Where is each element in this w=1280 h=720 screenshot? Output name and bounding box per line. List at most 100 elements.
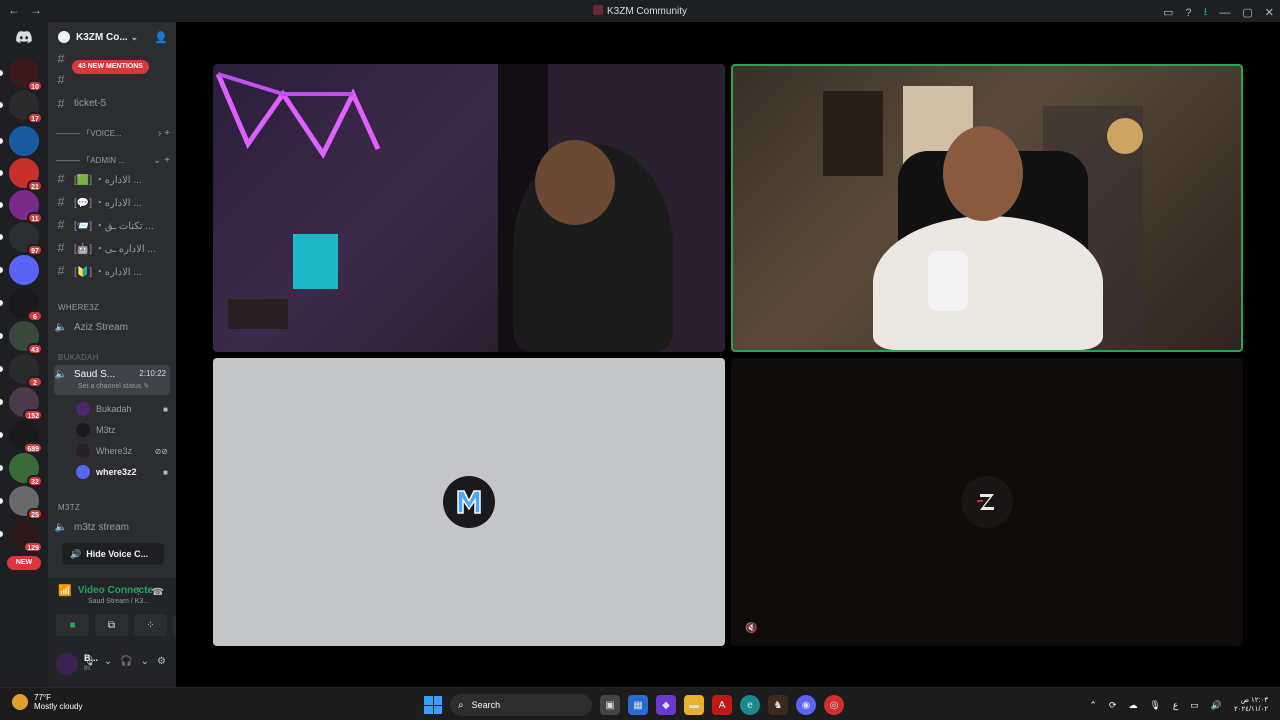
microphone-icon[interactable]: 🎙: [1149, 700, 1160, 711]
video-tile-m3tz[interactable]: [213, 358, 725, 646]
voice-channel-saud-stream[interactable]: 🔈 Saud S... 2:10:22 Set a channel status…: [54, 365, 170, 395]
download-icon[interactable]: ⭳: [1204, 3, 1208, 22]
video-tile-where3z2[interactable]: [731, 64, 1243, 352]
search-box[interactable]: ⌕ Search: [450, 694, 592, 716]
hide-voice-channels-button[interactable]: 🔊 Hide Voice C...: [62, 543, 164, 565]
server-icon[interactable]: 129: [9, 519, 43, 553]
mention-badge: 6: [27, 310, 43, 322]
system-tray: ⌃ ⟳ ☁ 🎙 ع ▭ 🔊 ١٢:٠٣ ص ٢٠٢٤/١١/٠٢: [1089, 696, 1268, 714]
volume-icon[interactable]: 🔊: [1211, 700, 1222, 711]
inbox-icon[interactable]: ▭: [1163, 6, 1173, 19]
channel-name: [🔰] ・الاداره ...: [74, 266, 142, 278]
file-explorer-icon[interactable]: ▬: [684, 695, 704, 715]
chevron-down-icon[interactable]: ⌄: [141, 656, 149, 667]
help-icon[interactable]: ?: [1185, 7, 1191, 19]
taskbar-apps: ⌕ Search ▣ ▦ ◆ ▬ A e ♞ ◉ ◎: [424, 694, 844, 716]
voice-user[interactable]: Where3z ⊘⊘: [76, 441, 168, 461]
chevron-down-icon[interactable]: ⌄: [104, 656, 112, 667]
onedrive-icon[interactable]: ☁: [1128, 700, 1137, 711]
server-icon[interactable]: 17: [9, 90, 43, 124]
channel-name: [💬] ・الاداره ...: [74, 197, 142, 209]
server-icon[interactable]: 11: [9, 190, 43, 224]
channel-admin-1[interactable]: # [🟩] ・الاداره ...: [54, 168, 170, 188]
server-icon[interactable]: 6: [9, 288, 43, 322]
network-icon[interactable]: ▭: [1190, 700, 1199, 711]
camera-button[interactable]: ■: [56, 614, 89, 636]
avatar[interactable]: [56, 653, 78, 675]
windows-taskbar: 77°F Mostly cloudy ⌕ Search ▣ ▦ ◆ ▬ A e …: [0, 687, 1280, 720]
activities-button[interactable]: ⁘: [134, 614, 167, 636]
voice-channel-name: Saud S...: [74, 369, 116, 380]
user-area: B... In 🎙 ⌄ 🎧 ⌄ ⚙: [48, 644, 176, 687]
language-icon[interactable]: ع: [1173, 700, 1178, 711]
voice-user[interactable]: M3tz: [76, 420, 168, 440]
channel-admin-3[interactable]: # [📨] ・تكتات ـق ...: [54, 214, 170, 234]
server-icon[interactable]: 2: [9, 354, 43, 388]
voice-user[interactable]: where3z2 ■: [76, 462, 168, 482]
server-icon[interactable]: 97: [9, 222, 43, 256]
task-view-icon[interactable]: ▣: [600, 695, 620, 715]
m365-icon[interactable]: ◆: [656, 695, 676, 715]
voice-user-name: M3tz: [96, 425, 116, 435]
acrobat-icon[interactable]: A: [712, 695, 732, 715]
hash-icon: #: [57, 216, 65, 232]
server-icon[interactable]: 152: [9, 387, 43, 421]
add-channel-icon[interactable]: › +: [158, 128, 170, 139]
discord-taskbar-icon[interactable]: ◉: [796, 695, 816, 715]
invite-people-icon[interactable]: 👤: [154, 31, 168, 44]
channel-admin-5[interactable]: # [🔰] ・الاداره ...: [54, 260, 170, 280]
channel-ticket-5[interactable]: # ticket-5: [54, 93, 170, 113]
screen-share-button[interactable]: ⧉: [95, 614, 128, 636]
close-button[interactable]: ✕: [1265, 6, 1274, 19]
video-tile-bukadah[interactable]: [213, 64, 725, 352]
unread-pip: [0, 102, 3, 108]
section-bukadah: BUKADAH: [58, 353, 99, 362]
hash-icon: #: [57, 262, 65, 278]
window-controls: ▭ ? ⭳ — ▢ ✕: [1163, 3, 1274, 22]
video-tile-where3z[interactable]: 🔇: [731, 358, 1243, 646]
channel-admin-2[interactable]: # [💬] ・الاداره ...: [54, 191, 170, 211]
maximize-button[interactable]: ▢: [1242, 6, 1252, 19]
clock-date: ٢٠٢٤/١١/٠٢: [1234, 706, 1268, 713]
start-button[interactable]: [424, 696, 442, 714]
sync-icon[interactable]: ⟳: [1109, 700, 1117, 711]
headphones-icon[interactable]: 🎧: [120, 656, 132, 667]
category-admin[interactable]: ――― 「ADMIN ... ⌄ +: [56, 153, 170, 167]
noise-suppression-icon[interactable]: ⫶: [137, 587, 140, 598]
clock[interactable]: ١٢:٠٣ ص ٢٠٢٤/١١/٠٢: [1234, 696, 1268, 714]
new-servers-indicator[interactable]: NEW: [7, 556, 41, 570]
server-icon[interactable]: 25: [9, 486, 43, 520]
server-icon[interactable]: 32: [9, 453, 43, 487]
edge-icon[interactable]: e: [740, 695, 760, 715]
gear-icon[interactable]: ⚙: [157, 656, 166, 667]
unread-pip: [0, 333, 3, 339]
voice-channel-aziz-stream[interactable]: 🔈 Aziz Stream: [54, 317, 170, 337]
server-icon[interactable]: 21: [9, 158, 43, 192]
disconnect-icon[interactable]: ☎: [152, 587, 164, 598]
server-icon[interactable]: 10: [9, 58, 43, 92]
voice-channel-link[interactable]: Saud Stream / K3...: [88, 598, 149, 605]
server-icon[interactable]: [9, 255, 39, 285]
chevron-up-icon[interactable]: ⌃: [1089, 700, 1097, 711]
screen-share-icon: ⧉: [107, 619, 116, 631]
server-icon[interactable]: [9, 126, 39, 156]
server-icon[interactable]: 689: [9, 420, 43, 454]
add-channel-icon[interactable]: ⌄ +: [153, 155, 170, 166]
voice-user[interactable]: Bukadah ■: [76, 399, 168, 419]
unread-pip: [0, 170, 3, 176]
store-icon[interactable]: ▦: [628, 695, 648, 715]
speaker-icon: 🔊: [70, 548, 82, 559]
game-icon[interactable]: ♞: [768, 695, 788, 715]
minimize-button[interactable]: —: [1219, 7, 1230, 19]
voice-channel-m3tz-stream[interactable]: 🔈 m3tz stream: [54, 517, 170, 537]
microphone-icon[interactable]: 🎙: [83, 656, 96, 667]
channel-admin-4[interactable]: # [🤖] ・الاداره ـى ...: [54, 237, 170, 257]
chrome-icon[interactable]: ◎: [824, 695, 844, 715]
channel-status-button[interactable]: Set a channel status ✎: [78, 382, 149, 390]
discord-home-button[interactable]: [9, 22, 39, 52]
new-mentions-badge[interactable]: 43 NEW MENTIONS: [72, 60, 149, 74]
unread-pip: [0, 465, 3, 471]
category-voice[interactable]: ――― 「VOICE... › +: [56, 126, 170, 140]
server-icon[interactable]: 43: [9, 321, 43, 355]
weather-widget[interactable]: 77°F Mostly cloudy: [12, 693, 82, 711]
